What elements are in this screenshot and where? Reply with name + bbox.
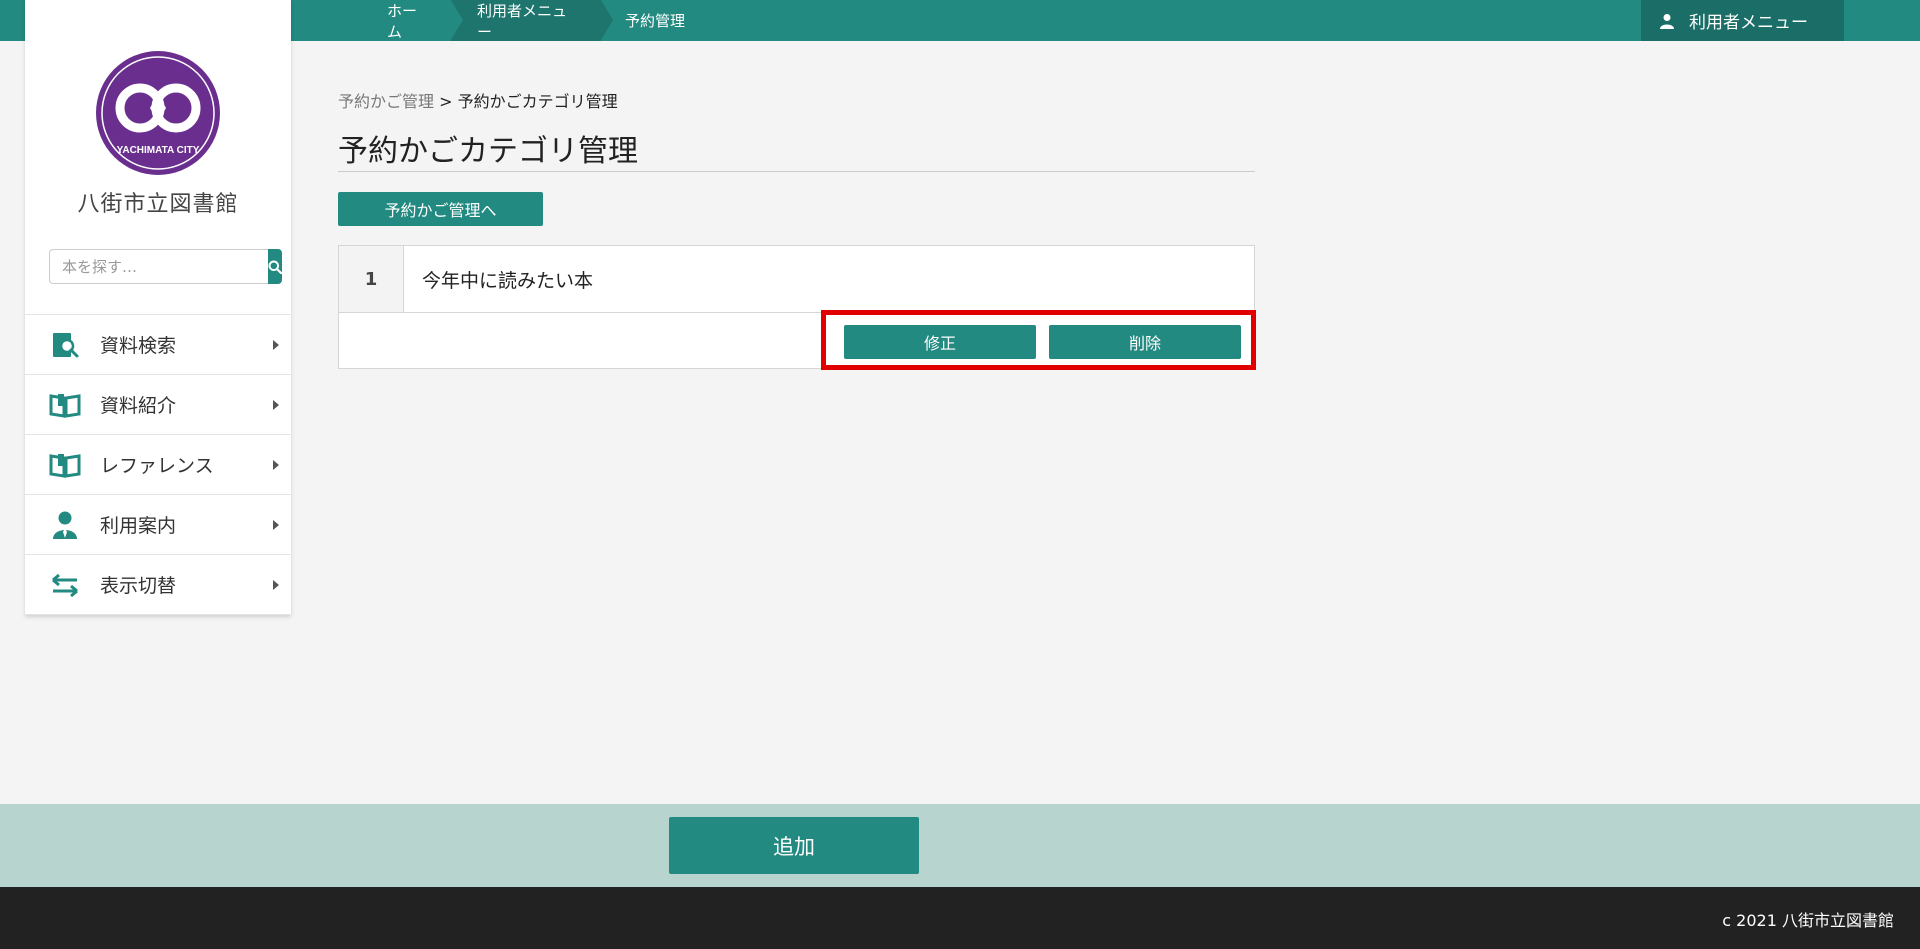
chevron-right-icon (273, 519, 279, 530)
footer: c 2021 八街市立図書館 (0, 887, 1920, 949)
site-title[interactable]: 八街市立図書館 (25, 186, 291, 218)
svg-text:YACHIMATA CITY: YACHIMATA CITY (117, 145, 200, 156)
sidebar-item-material-intro[interactable]: 資料紹介 (25, 375, 291, 435)
search-box (49, 249, 282, 284)
category-name: 今年中に読みたい本 (422, 269, 594, 292)
sidebar-item-reference[interactable]: レファレンス (25, 435, 291, 495)
category-number: 1 (339, 246, 404, 312)
search-book-icon (48, 330, 82, 360)
list-item: 1 今年中に読みたい本 (339, 246, 1254, 313)
open-book-icon (48, 390, 82, 420)
person-icon (48, 510, 82, 540)
chevron-right-icon (273, 339, 279, 350)
path-link-reservation-basket[interactable]: 予約かご管理 (338, 92, 434, 111)
copyright: c 2021 八街市立図書館 (1722, 911, 1894, 930)
path-current: 予約かごカテゴリ管理 (457, 92, 618, 111)
edit-button[interactable]: 修正 (844, 325, 1036, 359)
sidebar-nav: 資料検索 資料紹介 レファレンス 利用案内 表示切替 (25, 314, 291, 615)
delete-button[interactable]: 削除 (1049, 325, 1241, 359)
add-bar (0, 804, 1920, 887)
breadcrumb-home[interactable]: ホーム (363, 0, 451, 41)
sidebar: YACHIMATA CITY 八街市立図書館 資料検索 (25, 0, 291, 615)
sidebar-item-guide[interactable]: 利用案内 (25, 495, 291, 555)
switch-arrows-icon (48, 570, 82, 600)
user-menu-label: 利用者メニュー (1689, 13, 1808, 33)
city-logo[interactable]: YACHIMATA CITY (95, 50, 221, 176)
chevron-right-icon (273, 399, 279, 410)
page-title: 予約かごカテゴリ管理 (338, 134, 638, 169)
sidebar-item-label: 資料検索 (100, 335, 177, 357)
breadcrumb: ホーム 利用者メニュー 予約管理 (363, 0, 705, 41)
search-icon (268, 260, 282, 274)
sidebar-item-display-switch[interactable]: 表示切替 (25, 555, 291, 615)
sidebar-item-material-search[interactable]: 資料検索 (25, 315, 291, 375)
page-path: 予約かご管理 > 予約かごカテゴリ管理 (338, 88, 618, 112)
sidebar-item-label: 表示切替 (100, 575, 177, 597)
back-to-basket-button[interactable]: 予約かご管理へ (338, 192, 543, 226)
search-input[interactable] (49, 249, 268, 284)
user-icon (1660, 13, 1674, 29)
user-menu-button[interactable]: 利用者メニュー (1641, 0, 1844, 41)
path-separator: > (439, 92, 453, 111)
sidebar-item-label: レファレンス (100, 455, 214, 477)
breadcrumb-user-menu[interactable]: 利用者メニュー (451, 0, 613, 41)
open-book-icon (48, 450, 82, 480)
sidebar-item-label: 資料紹介 (100, 395, 177, 417)
chevron-right-icon (273, 579, 279, 590)
title-divider (338, 171, 1255, 172)
search-button[interactable] (268, 249, 282, 284)
breadcrumb-reservation[interactable]: 予約管理 (601, 0, 705, 41)
chevron-right-icon (273, 459, 279, 470)
add-button[interactable]: 追加 (669, 817, 919, 874)
sidebar-item-label: 利用案内 (100, 515, 177, 537)
